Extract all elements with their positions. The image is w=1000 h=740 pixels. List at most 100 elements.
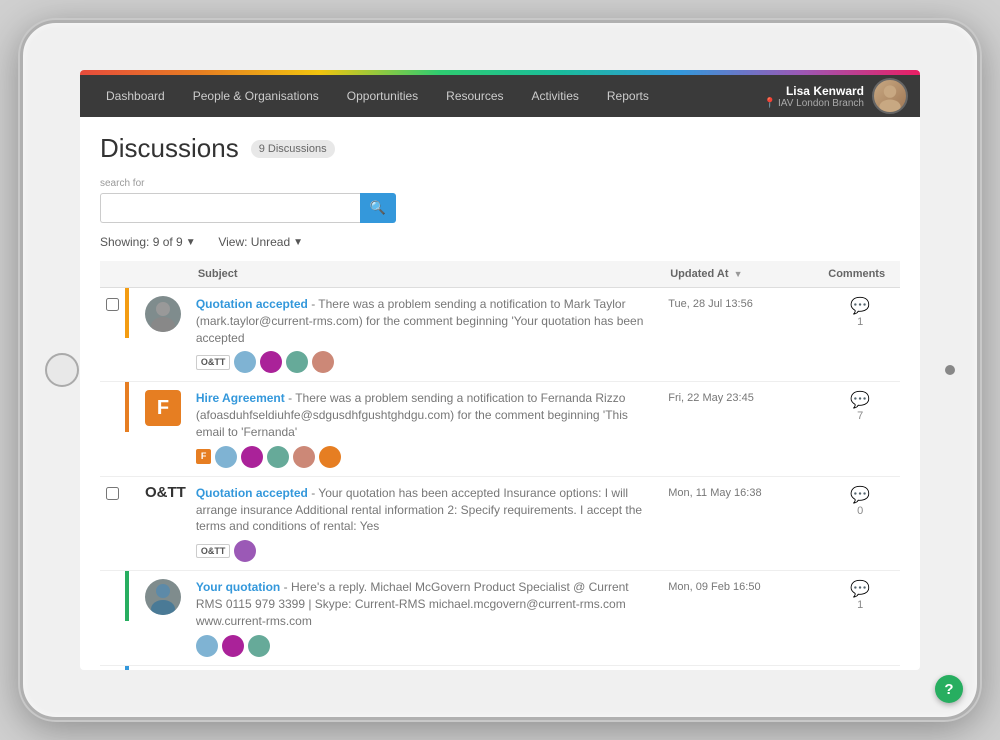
row-checkbox[interactable]	[106, 298, 119, 311]
nav-dashboard[interactable]: Dashboard	[92, 75, 179, 117]
th-comments: Comments	[820, 261, 900, 288]
th-updated-at: Updated At ▼	[662, 261, 820, 288]
tag-row: F	[196, 446, 656, 468]
mini-avatar	[312, 351, 334, 373]
discussion-link[interactable]: Your quotation	[196, 580, 280, 594]
discussion-link[interactable]: Hire Agreement	[196, 391, 285, 405]
nav-people[interactable]: People & Organisations	[179, 75, 333, 117]
row-subject-cell: Quotation accepted - Your quotation has …	[190, 476, 662, 570]
view-filter[interactable]: View: Unread ▼	[218, 235, 303, 249]
ipad-frame: Dashboard People & Organisations Opportu…	[20, 20, 980, 720]
nav-reports[interactable]: Reports	[593, 75, 663, 117]
user-location: 📍 IAV London Branch	[764, 98, 864, 109]
page-title: Discussions	[100, 133, 239, 164]
row-checkbox-cell	[100, 571, 125, 665]
showing-filter[interactable]: Showing: 9 of 9 ▼	[100, 235, 196, 249]
row-strip	[125, 288, 141, 382]
comment-count: 1	[826, 316, 894, 328]
avatar[interactable]	[872, 78, 908, 114]
row-updated-at: Tue, 28 Jul 13:56	[662, 288, 820, 382]
view-arrow-icon: ▼	[293, 237, 303, 248]
avatar: F	[145, 390, 181, 426]
row-updated-at: Mon, 09 Feb 16:50	[662, 571, 820, 665]
discussion-table: Subject Updated At ▼ Comments	[100, 261, 900, 670]
discussion-link[interactable]: Quotation accepted	[196, 486, 308, 500]
search-row: 🔍	[100, 193, 900, 223]
mini-avatar	[286, 351, 308, 373]
search-button[interactable]: 🔍	[360, 193, 396, 223]
row-strip	[125, 476, 141, 570]
row-updated-at: Fri, 22 May 23:45	[662, 382, 820, 476]
sort-icon: ▼	[734, 269, 743, 279]
row-subject-cell: Hire Agreement - There was a problem sen…	[190, 382, 662, 476]
content-area: Discussions 9 Discussions search for 🔍 S…	[80, 117, 920, 670]
row-subject-cell: Quotation accepted - There was a problem…	[190, 288, 662, 382]
table-row: O&TT Quotation accepted - Your quotation…	[100, 476, 900, 570]
row-strip	[125, 382, 141, 476]
search-input[interactable]	[100, 193, 360, 223]
search-label: search for	[100, 178, 900, 189]
nav-opportunities[interactable]: Opportunities	[333, 75, 432, 117]
user-info: Lisa Kenward 📍 IAV London Branch	[764, 84, 864, 109]
tag: F	[196, 449, 212, 464]
row-strip	[125, 665, 141, 670]
comment-count: 1	[826, 599, 894, 611]
strip-color-indicator	[125, 288, 129, 338]
screen: Dashboard People & Organisations Opportu…	[80, 70, 920, 670]
row-avatar-cell	[141, 571, 190, 665]
row-checkbox-cell	[100, 382, 125, 476]
mini-avatar	[319, 446, 341, 468]
mini-avatar	[196, 635, 218, 657]
row-subject-cell: Your quotation - Here's a reply. Michael…	[190, 571, 662, 665]
mini-avatar	[267, 446, 289, 468]
avatar	[145, 296, 181, 332]
camera	[945, 365, 955, 375]
user-name: Lisa Kenward	[764, 84, 864, 98]
discussion-count-badge: 9 Discussions	[251, 140, 335, 158]
mini-avatar	[241, 446, 263, 468]
discussion-link[interactable]: Quotation accepted	[196, 297, 308, 311]
row-checkbox-cell	[100, 476, 125, 570]
comment-icon: 💬	[850, 487, 870, 504]
mini-avatar	[234, 351, 256, 373]
strip-color-indicator	[125, 666, 129, 670]
table-row: Your quotation - Here's a reply. Michael…	[100, 571, 900, 665]
mini-avatar	[222, 635, 244, 657]
avatar: O&TT	[145, 485, 186, 500]
mini-avatar	[248, 635, 270, 657]
th-subject: Subject	[190, 261, 662, 288]
row-checkbox-cell	[100, 288, 125, 382]
table-row: F Hire Agreement - There was a problem s…	[100, 382, 900, 476]
row-checkbox[interactable]	[106, 487, 119, 500]
row-avatar-cell: O&TT	[141, 476, 190, 570]
comment-icon: 💬	[850, 581, 870, 598]
user-section: Lisa Kenward 📍 IAV London Branch	[764, 78, 908, 114]
row-comments-cell: 💬 1	[820, 288, 900, 382]
table-header-row: Subject Updated At ▼ Comments	[100, 261, 900, 288]
row-comments-cell: 💬 0	[820, 476, 900, 570]
tag-row: O&TT	[196, 351, 656, 373]
search-icon: 🔍	[370, 200, 386, 216]
mini-avatar	[260, 351, 282, 373]
comment-icon: 💬	[850, 392, 870, 409]
mini-avatar	[215, 446, 237, 468]
row-subject-cell: Do you still the lighting for next week …	[190, 665, 662, 670]
strip-color-indicator	[125, 571, 129, 621]
th-avatar	[141, 261, 190, 288]
th-strip	[125, 261, 141, 288]
row-checkbox-cell	[100, 665, 125, 670]
tag-row	[196, 635, 656, 657]
row-updated-at: Mon, 02 Jun 14:37	[662, 665, 820, 670]
tag: O&TT	[196, 355, 231, 370]
table-row: Quotation accepted - There was a problem…	[100, 288, 900, 382]
strip-color-indicator	[125, 382, 129, 432]
showing-arrow-icon: ▼	[186, 237, 196, 248]
nav-resources[interactable]: Resources	[432, 75, 517, 117]
row-strip	[125, 571, 141, 665]
home-button[interactable]	[45, 353, 79, 387]
nav-items: Dashboard People & Organisations Opportu…	[92, 75, 764, 117]
row-avatar-cell	[141, 665, 190, 670]
avatar	[145, 579, 181, 615]
comment-count: 0	[826, 505, 894, 517]
nav-activities[interactable]: Activities	[518, 75, 593, 117]
